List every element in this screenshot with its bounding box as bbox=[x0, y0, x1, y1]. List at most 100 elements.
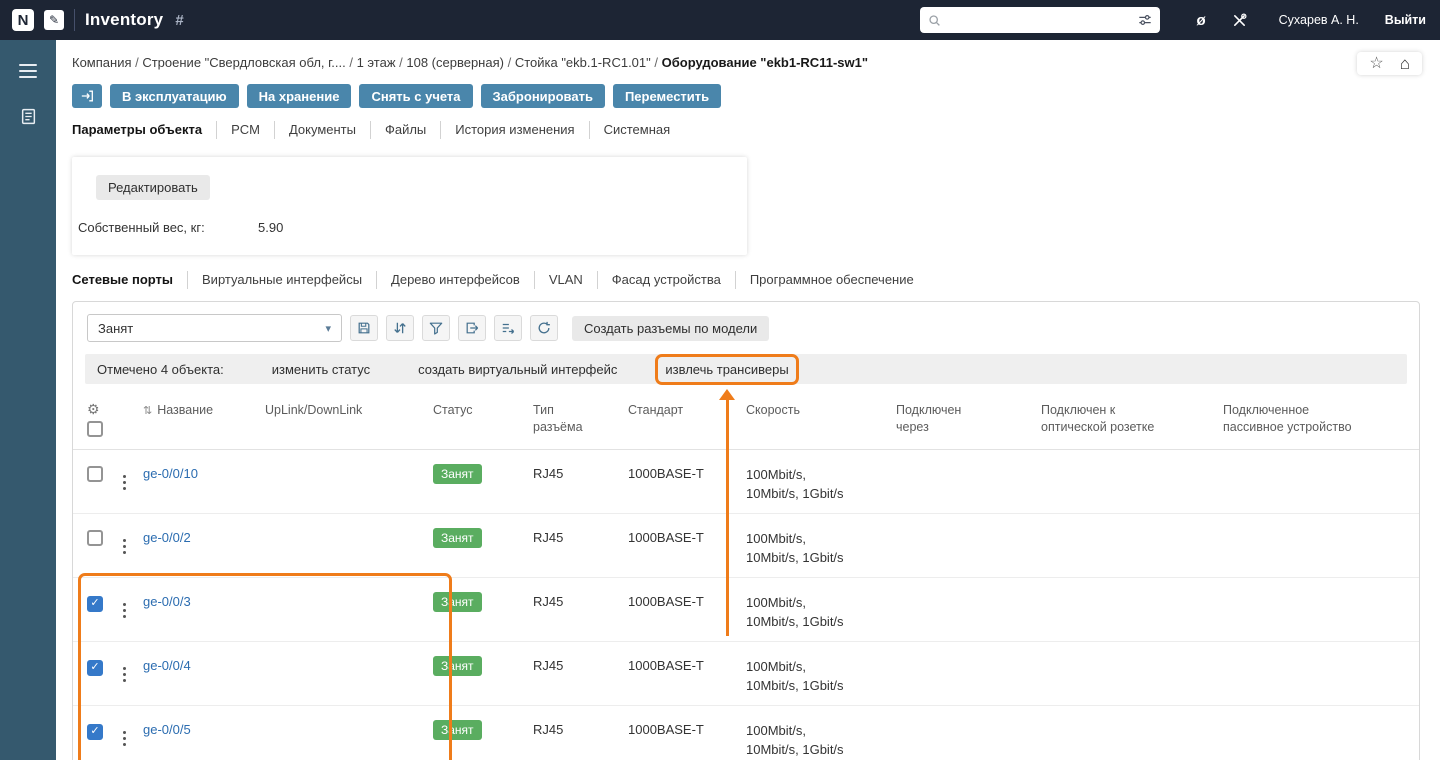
tab-detail-3[interactable]: VLAN bbox=[534, 271, 597, 289]
move-in-icon-button[interactable] bbox=[72, 84, 102, 108]
user-name[interactable]: Сухарев А. Н. bbox=[1279, 13, 1359, 27]
table-row: ge-0/0/10ЗанятRJ451000BASE-T100Mbit/s, 1… bbox=[73, 450, 1419, 514]
tab-object-5[interactable]: Системная bbox=[589, 121, 685, 139]
edit-mode-icon[interactable]: ✎ bbox=[44, 10, 64, 30]
selection-action[interactable]: изменить статус bbox=[272, 362, 370, 377]
app-logo[interactable]: N bbox=[12, 9, 34, 31]
row-checkbox[interactable]: ✓ bbox=[87, 660, 103, 676]
ports-panel: Занят ▾ Создать разъемы по модели bbox=[72, 301, 1420, 760]
connector-type-cell: RJ45 bbox=[533, 578, 628, 609]
breadcrumb: Компания / Строение "Свердловская обл, г… bbox=[72, 52, 868, 72]
row-checkbox[interactable] bbox=[87, 466, 103, 482]
uplink-cell bbox=[265, 578, 433, 594]
column-header-name[interactable]: ⇅Название bbox=[143, 400, 265, 419]
standard-cell: 1000BASE-T bbox=[628, 450, 746, 481]
port-name-link[interactable]: ge-0/0/4 bbox=[143, 658, 191, 673]
selection-action[interactable]: извлечь трансиверы bbox=[665, 362, 788, 377]
search-filter-icon[interactable] bbox=[1138, 13, 1152, 27]
uplink-cell bbox=[265, 514, 433, 530]
tools-icon[interactable] bbox=[1232, 13, 1247, 28]
document-icon[interactable] bbox=[20, 108, 37, 125]
export-list-icon-button[interactable] bbox=[494, 315, 522, 341]
column-header-uplink: UpLink/DownLink bbox=[265, 400, 433, 419]
numbering-icon[interactable]: # bbox=[175, 12, 183, 29]
tab-detail-5[interactable]: Программное обеспечение bbox=[735, 271, 928, 289]
menu-icon[interactable] bbox=[15, 60, 41, 82]
create-connectors-button[interactable]: Создать разъемы по модели bbox=[572, 316, 769, 341]
search-box[interactable] bbox=[920, 7, 1160, 33]
tab-detail-1[interactable]: Виртуальные интерфейсы bbox=[187, 271, 376, 289]
column-header-menu bbox=[117, 400, 143, 402]
column-header-connected-via: Подключен через bbox=[896, 400, 1041, 436]
column-header-speed: Скорость bbox=[746, 400, 896, 419]
tab-detail-2[interactable]: Дерево интерфейсов bbox=[376, 271, 534, 289]
row-checkbox[interactable]: ✓ bbox=[87, 724, 103, 740]
speed-cell: 100Mbit/s, 10Mbit/s, 1Gbit/s bbox=[746, 594, 858, 632]
filter-icon-button[interactable] bbox=[422, 315, 450, 341]
favorite-star-icon[interactable]: ☆ bbox=[1369, 56, 1383, 72]
action-button-1[interactable]: На хранение bbox=[247, 84, 352, 108]
tab-object-1[interactable]: PCM bbox=[216, 121, 274, 139]
action-button-4[interactable]: Переместить bbox=[613, 84, 721, 108]
tab-object-3[interactable]: Файлы bbox=[370, 121, 440, 139]
row-menu-icon[interactable] bbox=[117, 729, 132, 748]
tab-detail-4[interactable]: Фасад устройства bbox=[597, 271, 735, 289]
breadcrumb-segment[interactable]: 108 (серверная) bbox=[406, 55, 504, 70]
breadcrumb-separator: / bbox=[651, 55, 662, 70]
sidebar bbox=[0, 40, 56, 760]
object-tabs: Параметры объектаPCMДокументыФайлыИстори… bbox=[72, 121, 1440, 139]
port-name-link[interactable]: ge-0/0/3 bbox=[143, 594, 191, 609]
search-input[interactable] bbox=[947, 13, 1132, 27]
column-header-status: Статус bbox=[433, 400, 533, 419]
object-card: Редактировать Собственный вес, кг: 5.90 bbox=[72, 157, 747, 255]
port-name-link[interactable]: ge-0/0/5 bbox=[143, 722, 191, 737]
selection-action[interactable]: создать виртуальный интерфейс bbox=[418, 362, 617, 377]
gear-icon[interactable]: ⚙ bbox=[87, 402, 117, 416]
sort-icon-button[interactable] bbox=[386, 315, 414, 341]
row-menu-icon[interactable] bbox=[117, 537, 132, 556]
breadcrumb-segment[interactable]: Строение "Свердловская обл, г.... bbox=[142, 55, 345, 70]
action-button-3[interactable]: Забронировать bbox=[481, 84, 605, 108]
breadcrumb-segment[interactable]: 1 этаж bbox=[357, 55, 396, 70]
port-name-link[interactable]: ge-0/0/10 bbox=[143, 466, 198, 481]
edit-button[interactable]: Редактировать bbox=[96, 175, 210, 200]
tab-detail-0[interactable]: Сетевые порты bbox=[72, 271, 187, 289]
breadcrumb-segment[interactable]: Компания bbox=[72, 55, 132, 70]
passive-device-cell bbox=[1223, 514, 1405, 530]
table-body: ge-0/0/10ЗанятRJ451000BASE-T100Mbit/s, 1… bbox=[73, 450, 1419, 760]
tab-object-2[interactable]: Документы bbox=[274, 121, 370, 139]
column-header-standard: Стандарт bbox=[628, 400, 746, 419]
save-icon-button[interactable] bbox=[350, 315, 378, 341]
eye-off-icon[interactable]: ø bbox=[1196, 12, 1205, 29]
speed-cell: 100Mbit/s, 10Mbit/s, 1Gbit/s bbox=[746, 466, 858, 504]
status-filter-select[interactable]: Занят ▾ bbox=[87, 314, 342, 342]
uplink-cell bbox=[265, 450, 433, 466]
refresh-icon-button[interactable] bbox=[530, 315, 558, 341]
logout-button[interactable]: Выйти bbox=[1385, 13, 1426, 27]
action-button-2[interactable]: Снять с учета bbox=[359, 84, 472, 108]
status-badge: Занят bbox=[433, 528, 482, 548]
favorites-box: ☆ ⌂ bbox=[1357, 52, 1422, 75]
table-row: ✓ge-0/0/5ЗанятRJ451000BASE-T100Mbit/s, 1… bbox=[73, 706, 1419, 760]
sort-icon[interactable]: ⇅ bbox=[143, 405, 152, 417]
row-checkbox[interactable] bbox=[87, 530, 103, 546]
action-button-0[interactable]: В эксплуатацию bbox=[110, 84, 239, 108]
tab-object-0[interactable]: Параметры объекта bbox=[72, 121, 216, 139]
row-menu-icon[interactable] bbox=[117, 601, 132, 620]
table-row: ge-0/0/2ЗанятRJ451000BASE-T100Mbit/s, 10… bbox=[73, 514, 1419, 578]
connected-via-cell bbox=[896, 450, 1041, 466]
column-header-select: ⚙ bbox=[87, 400, 117, 440]
home-icon[interactable]: ⌂ bbox=[1400, 55, 1410, 72]
tab-object-4[interactable]: История изменения bbox=[440, 121, 588, 139]
row-menu-icon[interactable] bbox=[117, 665, 132, 684]
breadcrumb-segment[interactable]: Стойка "ekb.1-RC1.01" bbox=[515, 55, 651, 70]
port-name-link[interactable]: ge-0/0/2 bbox=[143, 530, 191, 545]
speed-cell: 100Mbit/s, 10Mbit/s, 1Gbit/s bbox=[746, 722, 858, 760]
selection-count-label: Отмечено 4 объекта: bbox=[97, 362, 224, 377]
connected-via-cell bbox=[896, 642, 1041, 658]
ports-table: ⚙ ⇅Название UpLink/DownLink Статус Тип р… bbox=[73, 392, 1419, 760]
row-menu-icon[interactable] bbox=[117, 473, 132, 492]
export-icon-button[interactable] bbox=[458, 315, 486, 341]
row-checkbox[interactable]: ✓ bbox=[87, 596, 103, 612]
select-all-checkbox[interactable] bbox=[87, 421, 103, 437]
